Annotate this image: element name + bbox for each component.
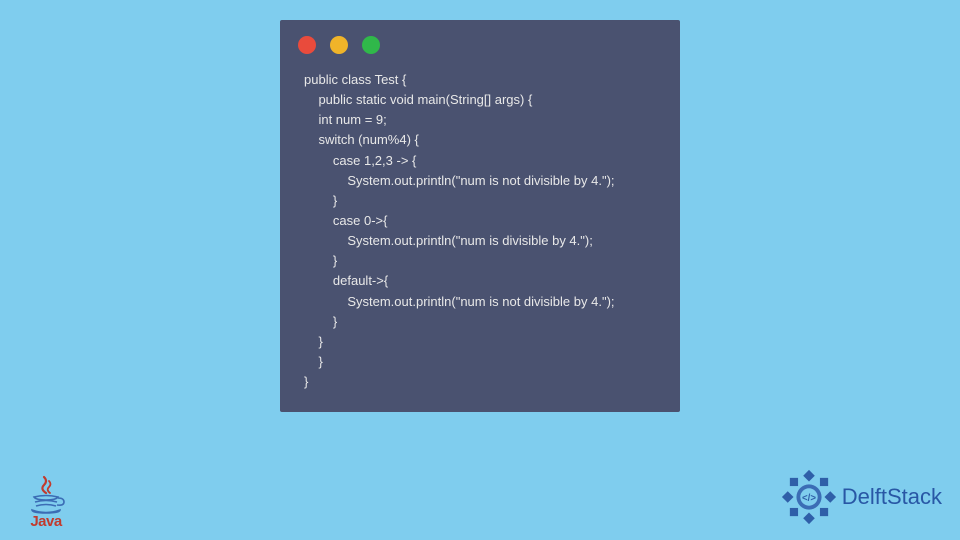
window-minimize-dot [330, 36, 348, 54]
delftstack-badge-icon: </> [780, 468, 838, 526]
traffic-lights [280, 20, 680, 62]
window-maximize-dot [362, 36, 380, 54]
delftstack-logo: </> DelftStack [780, 468, 942, 526]
window-close-dot [298, 36, 316, 54]
svg-text:</>: </> [802, 493, 816, 504]
delftstack-logo-label: DelftStack [842, 484, 942, 510]
java-logo-label: Java [18, 513, 74, 530]
code-window: public class Test { public static void m… [280, 20, 680, 412]
java-cup-icon [26, 475, 66, 511]
code-block: public class Test { public static void m… [280, 62, 680, 396]
java-logo: Java [18, 475, 74, 530]
